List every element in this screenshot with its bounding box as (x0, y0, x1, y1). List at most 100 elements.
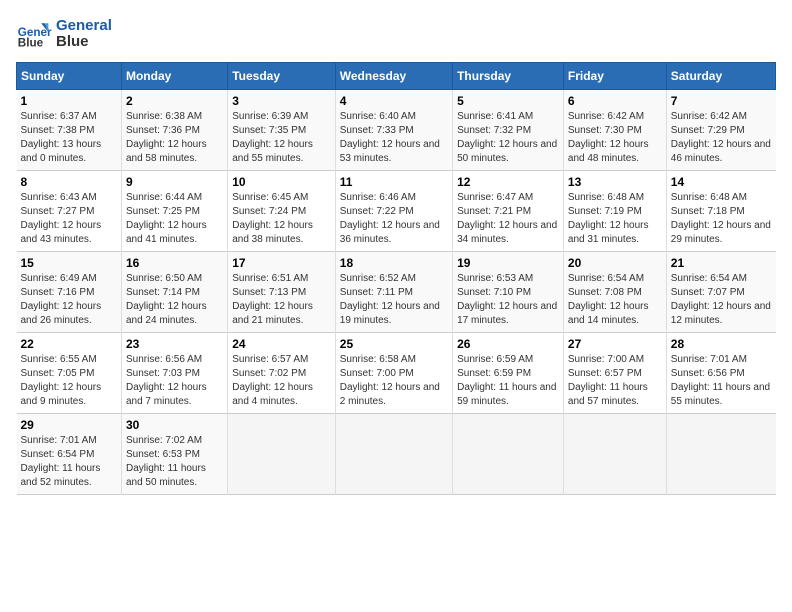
day-cell-5: 5 Sunrise: 6:41 AM Sunset: 7:32 PM Dayli… (453, 90, 564, 171)
day-number: 28 (671, 337, 772, 351)
week-row-2: 8 Sunrise: 6:43 AM Sunset: 7:27 PM Dayli… (17, 171, 776, 252)
header-cell-friday: Friday (563, 63, 666, 90)
header: General Blue General Blue (16, 16, 776, 52)
day-cell-21: 21 Sunrise: 6:54 AM Sunset: 7:07 PM Dayl… (666, 252, 775, 333)
header-cell-tuesday: Tuesday (228, 63, 336, 90)
day-cell-1: 1 Sunrise: 6:37 AM Sunset: 7:38 PM Dayli… (17, 90, 122, 171)
day-info: Sunrise: 6:50 AM Sunset: 7:14 PM Dayligh… (126, 272, 223, 328)
day-cell-12: 12 Sunrise: 6:47 AM Sunset: 7:21 PM Dayl… (453, 171, 564, 252)
day-info: Sunrise: 6:40 AM Sunset: 7:33 PM Dayligh… (340, 110, 448, 166)
day-number: 10 (232, 175, 331, 189)
day-number: 12 (457, 175, 559, 189)
day-cell-16: 16 Sunrise: 6:50 AM Sunset: 7:14 PM Dayl… (121, 252, 227, 333)
day-info: Sunrise: 6:47 AM Sunset: 7:21 PM Dayligh… (457, 191, 559, 247)
day-cell-10: 10 Sunrise: 6:45 AM Sunset: 7:24 PM Dayl… (228, 171, 336, 252)
day-info: Sunrise: 6:41 AM Sunset: 7:32 PM Dayligh… (457, 110, 559, 166)
day-number: 29 (21, 418, 117, 432)
day-info: Sunrise: 7:01 AM Sunset: 6:54 PM Dayligh… (21, 434, 117, 490)
day-info: Sunrise: 6:58 AM Sunset: 7:00 PM Dayligh… (340, 353, 448, 409)
day-cell-19: 19 Sunrise: 6:53 AM Sunset: 7:10 PM Dayl… (453, 252, 564, 333)
day-info: Sunrise: 6:56 AM Sunset: 7:03 PM Dayligh… (126, 353, 223, 409)
day-info: Sunrise: 6:39 AM Sunset: 7:35 PM Dayligh… (232, 110, 331, 166)
day-info: Sunrise: 6:42 AM Sunset: 7:29 PM Dayligh… (671, 110, 772, 166)
day-cell-11: 11 Sunrise: 6:46 AM Sunset: 7:22 PM Dayl… (335, 171, 452, 252)
day-number: 5 (457, 94, 559, 108)
day-number: 6 (568, 94, 662, 108)
week-row-4: 22 Sunrise: 6:55 AM Sunset: 7:05 PM Dayl… (17, 333, 776, 414)
logo-text-blue: Blue (56, 34, 112, 51)
day-info: Sunrise: 6:54 AM Sunset: 7:07 PM Dayligh… (671, 272, 772, 328)
day-number: 2 (126, 94, 223, 108)
day-cell-29: 29 Sunrise: 7:01 AM Sunset: 6:54 PM Dayl… (17, 414, 122, 495)
day-number: 25 (340, 337, 448, 351)
day-cell-18: 18 Sunrise: 6:52 AM Sunset: 7:11 PM Dayl… (335, 252, 452, 333)
calendar-table: SundayMondayTuesdayWednesdayThursdayFrid… (16, 62, 776, 495)
day-cell-15: 15 Sunrise: 6:49 AM Sunset: 7:16 PM Dayl… (17, 252, 122, 333)
day-number: 26 (457, 337, 559, 351)
day-info: Sunrise: 6:46 AM Sunset: 7:22 PM Dayligh… (340, 191, 448, 247)
day-cell-14: 14 Sunrise: 6:48 AM Sunset: 7:18 PM Dayl… (666, 171, 775, 252)
empty-cell (228, 414, 336, 495)
day-info: Sunrise: 6:38 AM Sunset: 7:36 PM Dayligh… (126, 110, 223, 166)
empty-cell (453, 414, 564, 495)
day-cell-9: 9 Sunrise: 6:44 AM Sunset: 7:25 PM Dayli… (121, 171, 227, 252)
header-cell-wednesday: Wednesday (335, 63, 452, 90)
day-info: Sunrise: 6:49 AM Sunset: 7:16 PM Dayligh… (21, 272, 117, 328)
day-info: Sunrise: 7:00 AM Sunset: 6:57 PM Dayligh… (568, 353, 662, 409)
day-cell-13: 13 Sunrise: 6:48 AM Sunset: 7:19 PM Dayl… (563, 171, 666, 252)
day-number: 14 (671, 175, 772, 189)
day-info: Sunrise: 6:44 AM Sunset: 7:25 PM Dayligh… (126, 191, 223, 247)
day-number: 18 (340, 256, 448, 270)
week-row-1: 1 Sunrise: 6:37 AM Sunset: 7:38 PM Dayli… (17, 90, 776, 171)
empty-cell (666, 414, 775, 495)
header-cell-thursday: Thursday (453, 63, 564, 90)
day-info: Sunrise: 6:55 AM Sunset: 7:05 PM Dayligh… (21, 353, 117, 409)
day-number: 15 (21, 256, 117, 270)
day-info: Sunrise: 6:59 AM Sunset: 6:59 PM Dayligh… (457, 353, 559, 409)
day-cell-7: 7 Sunrise: 6:42 AM Sunset: 7:29 PM Dayli… (666, 90, 775, 171)
day-cell-24: 24 Sunrise: 6:57 AM Sunset: 7:02 PM Dayl… (228, 333, 336, 414)
day-cell-4: 4 Sunrise: 6:40 AM Sunset: 7:33 PM Dayli… (335, 90, 452, 171)
day-cell-22: 22 Sunrise: 6:55 AM Sunset: 7:05 PM Dayl… (17, 333, 122, 414)
day-number: 20 (568, 256, 662, 270)
day-number: 30 (126, 418, 223, 432)
day-number: 1 (21, 94, 117, 108)
day-cell-26: 26 Sunrise: 6:59 AM Sunset: 6:59 PM Dayl… (453, 333, 564, 414)
day-number: 16 (126, 256, 223, 270)
day-number: 11 (340, 175, 448, 189)
week-row-3: 15 Sunrise: 6:49 AM Sunset: 7:16 PM Dayl… (17, 252, 776, 333)
day-info: Sunrise: 6:52 AM Sunset: 7:11 PM Dayligh… (340, 272, 448, 328)
day-number: 8 (21, 175, 117, 189)
day-info: Sunrise: 6:42 AM Sunset: 7:30 PM Dayligh… (568, 110, 662, 166)
day-number: 7 (671, 94, 772, 108)
day-cell-3: 3 Sunrise: 6:39 AM Sunset: 7:35 PM Dayli… (228, 90, 336, 171)
empty-cell (563, 414, 666, 495)
day-number: 21 (671, 256, 772, 270)
day-number: 3 (232, 94, 331, 108)
day-cell-6: 6 Sunrise: 6:42 AM Sunset: 7:30 PM Dayli… (563, 90, 666, 171)
empty-cell (335, 414, 452, 495)
day-info: Sunrise: 6:48 AM Sunset: 7:18 PM Dayligh… (671, 191, 772, 247)
day-number: 19 (457, 256, 559, 270)
day-number: 27 (568, 337, 662, 351)
day-info: Sunrise: 6:53 AM Sunset: 7:10 PM Dayligh… (457, 272, 559, 328)
logo-icon: General Blue (16, 16, 52, 52)
day-info: Sunrise: 6:37 AM Sunset: 7:38 PM Dayligh… (21, 110, 117, 166)
day-cell-28: 28 Sunrise: 7:01 AM Sunset: 6:56 PM Dayl… (666, 333, 775, 414)
day-cell-20: 20 Sunrise: 6:54 AM Sunset: 7:08 PM Dayl… (563, 252, 666, 333)
day-cell-27: 27 Sunrise: 7:00 AM Sunset: 6:57 PM Dayl… (563, 333, 666, 414)
day-info: Sunrise: 7:02 AM Sunset: 6:53 PM Dayligh… (126, 434, 223, 490)
day-number: 17 (232, 256, 331, 270)
day-info: Sunrise: 6:48 AM Sunset: 7:19 PM Dayligh… (568, 191, 662, 247)
header-cell-saturday: Saturday (666, 63, 775, 90)
logo: General Blue General Blue (16, 16, 112, 52)
day-number: 9 (126, 175, 223, 189)
day-number: 4 (340, 94, 448, 108)
day-info: Sunrise: 6:54 AM Sunset: 7:08 PM Dayligh… (568, 272, 662, 328)
day-cell-2: 2 Sunrise: 6:38 AM Sunset: 7:36 PM Dayli… (121, 90, 227, 171)
day-number: 13 (568, 175, 662, 189)
day-cell-30: 30 Sunrise: 7:02 AM Sunset: 6:53 PM Dayl… (121, 414, 227, 495)
day-cell-8: 8 Sunrise: 6:43 AM Sunset: 7:27 PM Dayli… (17, 171, 122, 252)
header-cell-monday: Monday (121, 63, 227, 90)
header-cell-sunday: Sunday (17, 63, 122, 90)
